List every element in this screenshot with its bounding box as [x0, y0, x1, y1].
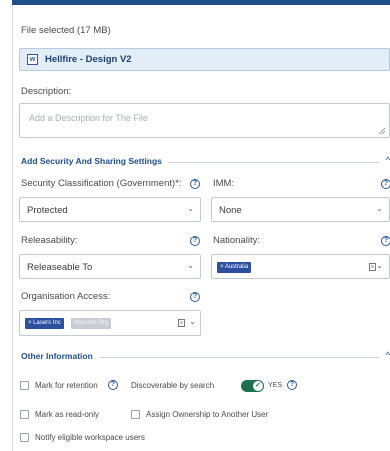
chevron-down-icon: ⌄ [187, 261, 194, 270]
releasability-value: Releaseable To [27, 262, 93, 273]
org-access-label: Organisation Access: [21, 291, 111, 302]
security-section-header[interactable]: Add Security And Sharing Settings ^ [21, 155, 390, 168]
classification-value: Protected [27, 205, 68, 216]
discoverable-help-icon[interactable]: ? [287, 380, 297, 390]
security-section-title: Add Security And Sharing Settings [21, 156, 168, 166]
assign-ownership-checkbox[interactable] [131, 410, 140, 419]
description-placeholder: Add a Description for The File [29, 113, 148, 123]
chevron-down-icon: ⌄ [376, 204, 383, 213]
org-access-help-icon[interactable]: ? [190, 292, 200, 302]
discoverable-value: YES [268, 382, 283, 389]
releasability-label: Releasability: [21, 235, 78, 246]
clear-all-icon[interactable]: ≡ [178, 319, 185, 327]
collapse-up-icon[interactable]: ^ [386, 350, 390, 360]
retention-checkbox[interactable] [20, 381, 29, 390]
readonly-label: Mark as read-only [35, 410, 100, 419]
clear-all-icon[interactable]: ≡ [369, 263, 376, 271]
chevron-down-icon: ⌄ [187, 204, 194, 213]
releasability-help-icon[interactable]: ? [190, 236, 200, 246]
nationality-help-icon[interactable]: ? [381, 236, 390, 246]
imm-help-icon[interactable]: ? [381, 179, 390, 189]
other-section-header[interactable]: Other Information ^ [21, 350, 390, 363]
imm-label: IMM: [213, 178, 235, 189]
chevron-down-icon: ⌄ [189, 317, 196, 326]
retention-label: Mark for retention [35, 381, 98, 390]
file-selected-text: File selected (17 MB) [21, 25, 111, 36]
assign-ownership-label: Assign Ownership to Another User [146, 410, 269, 419]
chevron-down-icon: ⌄ [376, 261, 383, 270]
other-section-title: Other Information [21, 351, 99, 361]
selected-file-box: w Hellfire - Design V2 [19, 48, 390, 71]
discoverable-label: Discoverable by search [131, 381, 215, 390]
imm-value: None [219, 205, 242, 216]
readonly-checkbox[interactable] [20, 410, 29, 419]
file-name: Hellfire - Design V2 [45, 54, 132, 65]
releasability-select[interactable]: Releaseable To ⌄ [19, 254, 201, 279]
classification-help-icon[interactable]: ? [190, 179, 200, 189]
check-icon: ✓ [253, 381, 263, 391]
description-field[interactable]: Add a Description for The File [19, 103, 390, 138]
discoverable-toggle[interactable]: ✓ [241, 380, 264, 392]
notify-checkbox[interactable] [20, 433, 29, 442]
nationality-select[interactable]: × Australia ≡ ⌄ [211, 254, 390, 279]
nationality-chip[interactable]: × Australia [217, 262, 252, 273]
nationality-label: Nationality: [213, 235, 260, 246]
word-file-icon: w [27, 54, 38, 65]
org-chip-lasers[interactable]: × Lasers Inc [25, 318, 64, 329]
collapse-up-icon[interactable]: ^ [386, 155, 390, 165]
resize-handle-icon[interactable] [378, 127, 386, 135]
org-access-select[interactable]: × Lasers Inc Marcelle Org ≡ ⌄ [19, 310, 201, 336]
org-chip-marcelle[interactable]: Marcelle Org [71, 318, 112, 329]
description-label: Description: [21, 86, 72, 97]
imm-select[interactable]: None ⌄ [211, 197, 390, 222]
classification-label: Security Classification (Government)*: [21, 178, 182, 189]
retention-help-icon[interactable]: ? [108, 380, 118, 390]
classification-select[interactable]: Protected ⌄ [19, 197, 201, 222]
notify-label: Notify eligible workspace users [35, 433, 145, 442]
